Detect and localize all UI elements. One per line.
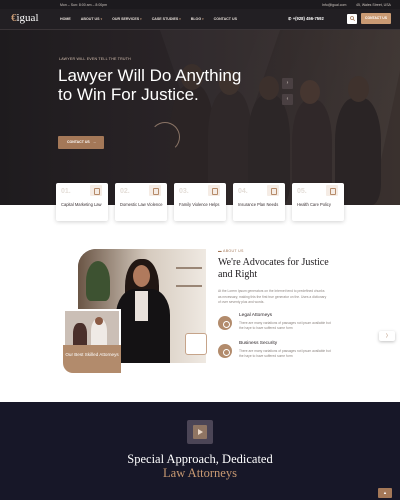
about-paragraph: At the Lorem Ipsum generators on the Int… [218,289,327,304]
service-number: 04. [238,188,248,195]
document-icon [267,185,279,196]
shield-icon [218,344,232,358]
special-approach-section [0,402,400,500]
chevron-down-icon: ▾ [179,16,181,21]
decorative-arc [150,122,180,152]
service-card[interactable]: 05. Health Care Policy [292,183,344,221]
side-tab-button[interactable]: ⟩ [379,331,395,341]
service-label: Capital Marketing Law [61,202,102,207]
handshake-icon [208,185,220,196]
service-label: Family Violence Helps [179,202,220,207]
search-icon [349,16,355,21]
hero-eyebrow: LAWYER WILL EVEN TELL THE TRUTH [59,57,131,61]
service-number: 02. [120,188,130,195]
contact-address: 45, Wales Street, USA [356,2,391,7]
arrow-right-icon: → [92,140,97,144]
feature-desc: There are many variations of passages no… [239,349,331,358]
main-nav: HOME ABOUT US ▾ OUR SERVICES ▾ CASE STUD… [60,17,237,21]
nav-item-about[interactable]: ABOUT US ▾ [81,17,102,21]
top-info-bar: Mon – Sun: 8:00 am – 8:00pm Info@igual.c… [0,0,400,9]
about-title: We're Advocates for Justice and Right [218,257,329,280]
service-number: 05. [297,188,307,195]
section-title-line1: Special Approach, Dedicated [127,452,273,466]
nav-item-blog[interactable]: BLOG ▾ [191,17,204,21]
search-button[interactable] [347,13,357,24]
logo-text: igual [16,12,39,24]
about-eyebrow: ▬ ABOUT US [218,249,244,253]
chevron-down-icon: ▾ [140,16,142,21]
scales-icon [218,316,232,330]
header-contact-button[interactable]: CONTACT US [361,13,391,24]
service-label: Health Care Policy [297,202,331,207]
site-logo[interactable]: €igual [11,12,39,24]
section-title-line2: Law Attorneys [163,466,237,480]
nav-item-case-studies[interactable]: CASE STUDIES ▾ [152,17,181,21]
feature-item: Legal Attorneys There are many variation… [218,313,338,335]
site-header: €igual HOME ABOUT US ▾ OUR SERVICES ▾ CA… [0,9,400,30]
service-label: Insurance Plan Needs [238,202,279,207]
hero-contact-button[interactable]: CONTACT US → [58,136,104,149]
hero-section: LAWYER WILL EVEN TELL THE TRUTH Lawyer W… [0,30,400,205]
chevron-down-icon: ▾ [202,16,204,21]
chevron-down-icon: ▾ [100,16,103,21]
service-card[interactable]: 01. Capital Marketing Law [56,183,108,221]
service-card[interactable]: 03. Family Violence Helps [174,183,226,221]
feature-title: Legal Attorneys [239,313,273,318]
health-icon [326,185,338,196]
feature-desc: There are many variations of passages no… [239,321,331,330]
service-number: 03. [179,188,189,195]
skilled-attorneys-badge: Our Best Skilled Attorneys [63,345,121,373]
nav-item-services[interactable]: OUR SERVICES ▾ [112,17,142,21]
play-badge-icon [187,420,213,444]
feature-title: Business Security [239,341,278,346]
header-phone[interactable]: ✆ +(928) 456-7592 [288,16,324,21]
slider-next-button[interactable]: › [282,78,293,89]
nav-item-contact[interactable]: CONTACT US [214,17,237,21]
slider-prev-button[interactable]: ‹ [282,94,293,105]
decorative-frame [185,333,207,355]
nav-item-home[interactable]: HOME [60,17,71,21]
service-number: 01. [61,188,71,195]
gavel-icon [149,185,161,196]
service-icon [90,185,102,196]
service-label: Domestic Law Violence [120,202,163,207]
scroll-to-top-button[interactable]: ▲ [378,488,392,498]
service-card[interactable]: 04. Insurance Plan Needs [233,183,285,221]
contact-email[interactable]: Info@igual.com [322,3,346,7]
opening-hours: Mon – Sun: 8:00 am – 8:00pm [60,2,108,7]
hero-title: Lawyer Will Do Anything to Win For Justi… [58,66,242,104]
feature-item: Business Security There are many variati… [218,341,338,363]
service-card[interactable]: 02. Domestic Law Violence [115,183,167,221]
service-cards: 01. Capital Marketing Law 02. Domestic L… [56,183,344,221]
